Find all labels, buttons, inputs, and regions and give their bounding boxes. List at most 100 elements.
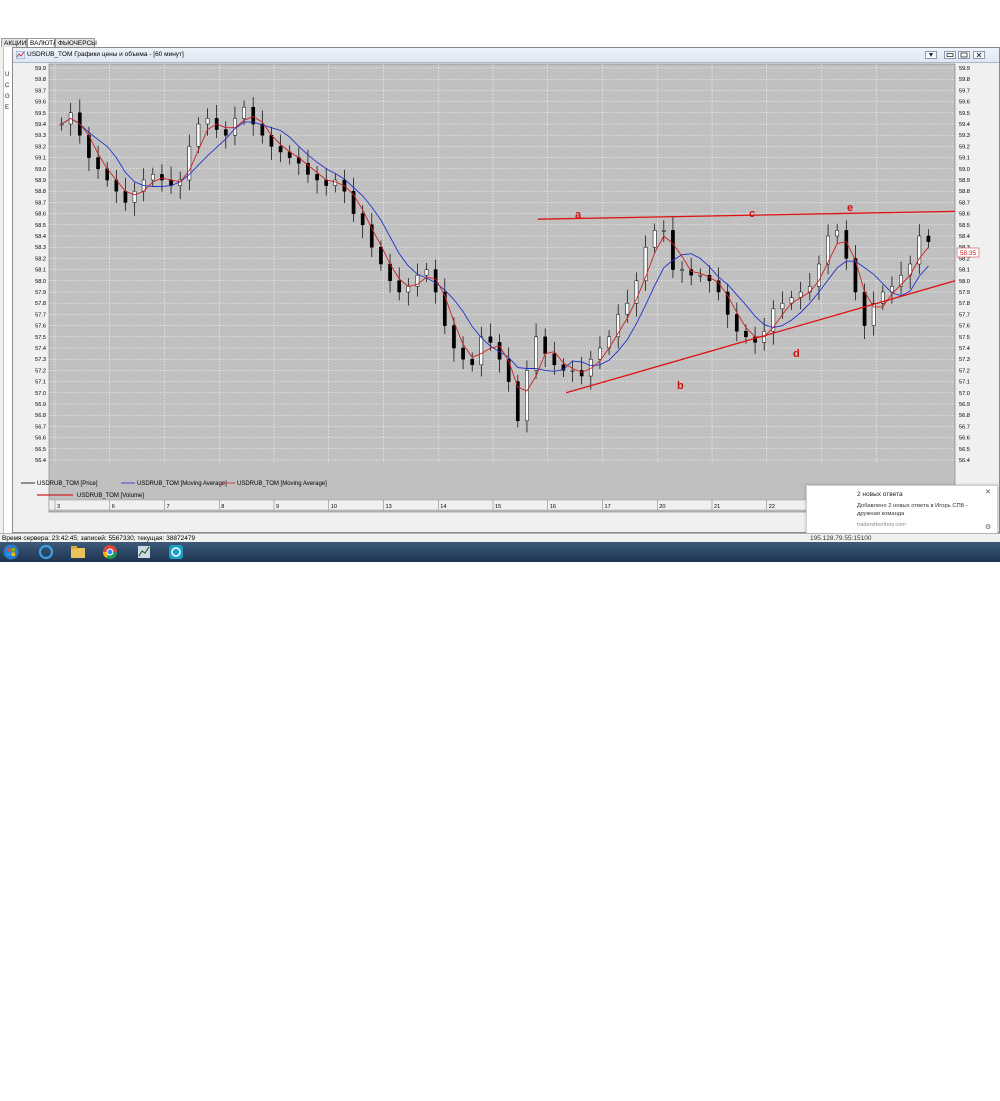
candle-body (580, 370, 583, 376)
y-tick-label: 59.6 (35, 100, 46, 106)
x-tick-label: 20 (659, 504, 665, 510)
candle-body (571, 370, 574, 371)
ie-icon[interactable] (38, 544, 54, 560)
toast-notification[interactable]: 2 новых ответа Добавлено 2 новых ответа … (806, 485, 998, 537)
y-axis-left: 56.456.556.656.756.856.957.057.157.257.3… (35, 66, 46, 464)
candle-body (525, 370, 528, 420)
x-tick-label: 17 (605, 504, 611, 510)
candle-body (124, 191, 127, 202)
x-tick-label: 14 (440, 504, 446, 510)
y-tick-label: 58.2 (959, 256, 970, 262)
y-tick-label: 58.6 (959, 212, 970, 218)
candle-body (507, 359, 510, 381)
tab-stocks[interactable]: АКЦИИ (1, 38, 27, 47)
folder-icon[interactable] (70, 544, 86, 560)
y-tick-label: 58.8 (959, 189, 970, 195)
y-tick-label: 57.8 (959, 301, 970, 307)
annotation-label: b (677, 380, 684, 392)
y-tick-label: 58.1 (959, 268, 970, 274)
candle-body (407, 286, 410, 292)
x-tick-label: 7 (167, 504, 170, 510)
candle-body (461, 348, 464, 359)
legend-ma-blue: USDRUB_TOM [Moving Average] (121, 481, 227, 487)
candle-body (206, 118, 209, 124)
close-icon[interactable]: ✕ (985, 488, 991, 496)
x-tick-label: 13 (386, 504, 392, 510)
pinned-app-icon[interactable] (168, 544, 184, 560)
notification-title: 2 новых ответа (857, 491, 903, 498)
y-tick-label: 56.7 (959, 424, 970, 430)
y-tick-label: 59.1 (35, 156, 46, 162)
tab-currency[interactable]: ВАЛЮТА (27, 38, 55, 47)
y-tick-label: 56.9 (35, 402, 46, 408)
price-chart[interactable]: 56.456.556.656.756.856.957.057.157.257.3… (13, 48, 999, 532)
candle-body (242, 107, 245, 118)
y-tick-label: 57.1 (959, 380, 970, 386)
y-axis-right: 56.456.556.656.756.856.957.057.157.257.3… (959, 66, 970, 464)
x-tick-label: 15 (495, 504, 501, 510)
y-tick-label: 57.9 (35, 290, 46, 296)
candle-body (699, 275, 702, 276)
x-tick-label: 6 (112, 504, 115, 510)
y-tick-label: 57.2 (959, 368, 970, 374)
legend-volume-label: USDRUB_TOM [Volume] (77, 493, 144, 499)
y-tick-label: 59.0 (959, 167, 970, 173)
notification-body: Добавлено 2 новых ответа в Игорь СПБ - д… (857, 502, 987, 518)
y-tick-label: 59.5 (959, 111, 970, 117)
candle-body (325, 180, 328, 186)
tab-futures[interactable]: ФЬЮЧЕРСЫ (55, 38, 95, 47)
x-tick-label: 21 (714, 504, 720, 510)
terminal-app-icon[interactable] (136, 544, 152, 560)
candle-body (480, 337, 483, 365)
y-tick-label: 58.4 (35, 234, 46, 240)
tray-clock[interactable]: 1:42 01.03.2017 (958, 1086, 998, 1101)
y-tick-label: 58.2 (35, 256, 46, 262)
candle-body (252, 107, 255, 124)
y-tick-label: 59.5 (35, 111, 46, 117)
legend-price: USDRUB_TOM [Price] (21, 481, 98, 487)
y-tick-label: 58.5 (35, 223, 46, 229)
start-button-icon[interactable] (3, 544, 19, 560)
annotation-label: c (749, 208, 755, 220)
chrome-icon[interactable] (102, 544, 118, 560)
candle-body (836, 230, 839, 236)
last-price-label: 58.35 (960, 250, 977, 257)
y-tick-label: 57.3 (959, 357, 970, 363)
gear-icon[interactable]: ⚙ (985, 523, 991, 531)
y-tick-label: 56.7 (35, 424, 46, 430)
y-tick-label: 59.8 (959, 77, 970, 83)
legend-ma-red-label: USDRUB_TOM [Moving Average] (237, 481, 327, 487)
candle-body (151, 174, 154, 180)
x-tick-label: 9 (276, 504, 279, 510)
y-tick-label: 58.9 (959, 178, 970, 184)
y-tick-label: 57.6 (35, 324, 46, 330)
y-tick-label: 57.6 (959, 324, 970, 330)
candle-body (489, 337, 492, 343)
candle-body (96, 158, 99, 169)
y-tick-label: 58.6 (35, 212, 46, 218)
candle-body (680, 270, 683, 271)
y-tick-label: 58.1 (35, 268, 46, 274)
candle-body (653, 230, 656, 247)
y-tick-label: 57.1 (35, 380, 46, 386)
y-tick-label: 59.3 (959, 133, 970, 139)
y-tick-label: 57.9 (959, 290, 970, 296)
y-tick-label: 58.4 (959, 234, 970, 240)
candle-body (197, 124, 200, 146)
candle-body (398, 281, 401, 292)
y-tick-label: 59.2 (35, 144, 46, 150)
x-tick-label: 3 (57, 504, 60, 510)
y-tick-label: 57.5 (35, 335, 46, 341)
y-tick-label: 58.7 (959, 200, 970, 206)
candle-body (471, 359, 474, 365)
candle-body (425, 270, 428, 276)
annotation-label: d (793, 348, 800, 360)
y-tick-label: 56.4 (35, 458, 46, 464)
y-tick-label: 58.0 (35, 279, 46, 285)
language-indicator[interactable]: EN (887, 1089, 895, 1095)
candle-body (781, 303, 784, 309)
candle-body (863, 292, 866, 326)
legend-price-label: USDRUB_TOM [Price] (37, 481, 98, 487)
candle-body (626, 303, 629, 314)
y-tick-label: 59.9 (959, 66, 970, 72)
